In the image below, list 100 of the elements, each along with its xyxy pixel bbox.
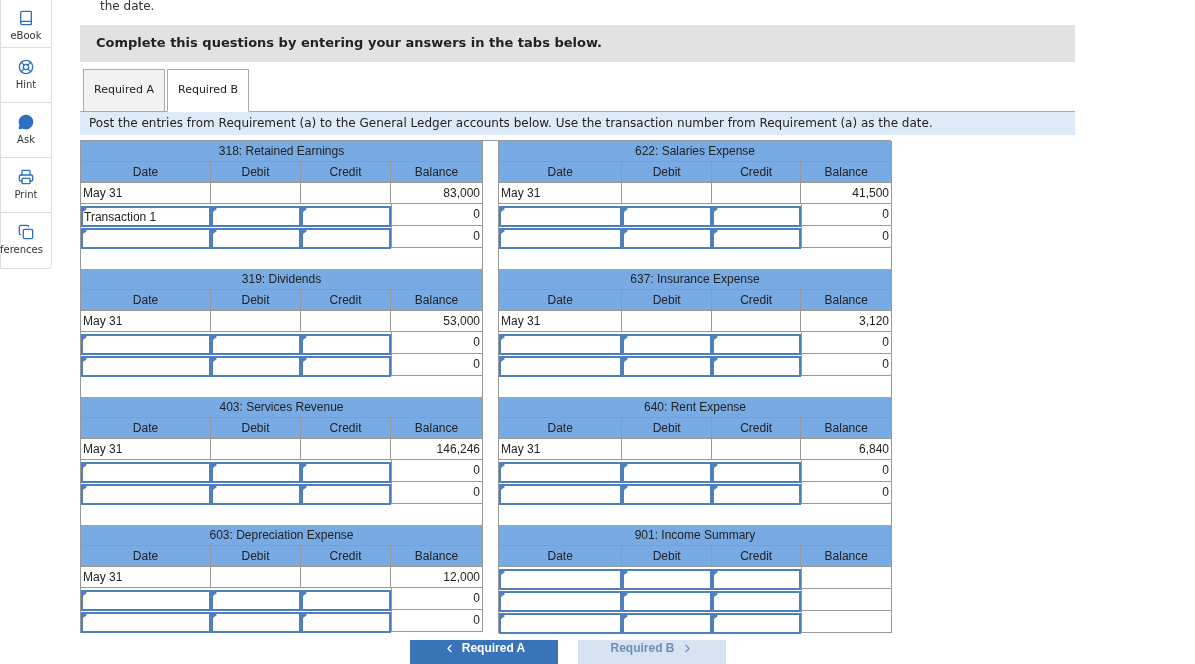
- column-header: Debit: [622, 290, 712, 311]
- corner-marker-icon: [713, 462, 718, 468]
- input-field[interactable]: [301, 484, 391, 506]
- input-field[interactable]: [711, 569, 802, 591]
- corner-marker-icon: [213, 484, 217, 490]
- input-field[interactable]: [711, 462, 802, 484]
- corner-marker-icon: [501, 228, 505, 234]
- column-header: Debit: [622, 162, 712, 183]
- input-field[interactable]: [622, 462, 712, 484]
- input-field[interactable]: [301, 590, 391, 612]
- input-field[interactable]: [81, 484, 211, 506]
- corner-marker-icon: [624, 613, 629, 619]
- column-header: Balance: [391, 546, 482, 567]
- account-title: 637: Insurance Expense: [499, 269, 891, 290]
- input-field[interactable]: [211, 206, 301, 228]
- corner-marker-icon: [303, 612, 307, 618]
- input-field[interactable]: [622, 613, 712, 635]
- input-field[interactable]: [499, 591, 623, 613]
- input-field[interactable]: [622, 484, 712, 506]
- input-field[interactable]: [622, 591, 712, 613]
- input-field[interactable]: [622, 206, 712, 228]
- balance-cell: 0: [391, 204, 482, 225]
- speech-bubble-icon: [18, 113, 34, 130]
- input-field[interactable]: [301, 206, 391, 228]
- column-header: Date: [81, 290, 211, 311]
- corner-marker-icon: [624, 228, 629, 234]
- instructions-banner: Complete this questions by entering your answers in the tabs below.: [80, 24, 1075, 62]
- input-field[interactable]: [711, 484, 802, 506]
- input-field[interactable]: [301, 612, 391, 634]
- corner-marker-icon: [501, 334, 505, 340]
- corner-marker-icon: [713, 228, 718, 234]
- input-field[interactable]: [711, 228, 802, 250]
- sidebar-item[interactable]: Print: [1, 158, 51, 213]
- input-field[interactable]: [499, 228, 623, 250]
- input-field[interactable]: [711, 591, 802, 613]
- column-header: Date: [81, 418, 211, 439]
- input-field[interactable]: [499, 462, 623, 484]
- input-field[interactable]: [211, 484, 301, 506]
- input-field[interactable]: [622, 228, 712, 250]
- corner-marker-icon: [213, 612, 217, 618]
- input-field[interactable]: [301, 356, 391, 378]
- account-title: 318: Retained Earnings: [81, 141, 482, 162]
- input-field[interactable]: [622, 356, 712, 378]
- input-field[interactable]: [711, 356, 802, 378]
- tab[interactable]: Required B: [167, 68, 249, 112]
- balance-cell: 0: [391, 226, 482, 247]
- input-field[interactable]: [81, 590, 211, 612]
- input-field[interactable]: [211, 590, 301, 612]
- sidebar-item[interactable]: Hint: [1, 48, 51, 103]
- corner-marker-icon: [624, 334, 629, 340]
- input-field[interactable]: [301, 462, 391, 484]
- sidebar-item[interactable]: Ask: [1, 103, 51, 158]
- date-cell: May 31: [81, 311, 211, 332]
- input-field[interactable]: [301, 334, 391, 356]
- input-field[interactable]: [499, 569, 623, 591]
- corner-marker-icon: [624, 569, 629, 575]
- balance-cell: 0: [801, 482, 891, 503]
- sidebar-item[interactable]: eBook: [1, 0, 51, 48]
- input-field[interactable]: [81, 612, 211, 634]
- column-header: Balance: [801, 290, 891, 311]
- input-field[interactable]: [711, 613, 802, 635]
- previous-button[interactable]: Required A: [410, 640, 558, 664]
- column-header: Debit: [622, 418, 712, 439]
- input-field[interactable]: [211, 228, 301, 250]
- balance-cell: 0: [391, 332, 482, 353]
- input-field[interactable]: [81, 228, 211, 250]
- input-field[interactable]: [499, 206, 623, 228]
- input-field[interactable]: [499, 484, 623, 506]
- corner-marker-icon: [713, 569, 718, 575]
- corner-marker-icon: [303, 228, 307, 234]
- input-field[interactable]: [211, 462, 301, 484]
- input-field[interactable]: [622, 569, 712, 591]
- prompt-text: Post the entries from Requirement (a) to the General Ledger accounts below. Use the transaction number from Requirement (a) as the date.: [80, 111, 1075, 136]
- input-field[interactable]: [81, 462, 211, 484]
- corner-marker-icon: [303, 206, 307, 212]
- corner-marker-icon: [303, 356, 307, 362]
- corner-marker-icon: [501, 356, 505, 362]
- input-field[interactable]: [499, 356, 623, 378]
- sidebar-item[interactable]: ferences: [1, 213, 51, 268]
- column-header: Date: [81, 162, 211, 183]
- input-field[interactable]: [711, 206, 802, 228]
- input-field[interactable]: [81, 356, 211, 378]
- input-field[interactable]: [622, 334, 712, 356]
- corner-marker-icon: [624, 206, 629, 212]
- input-field[interactable]: [499, 613, 623, 635]
- input-field[interactable]: [211, 356, 301, 378]
- date-cell: May 31: [499, 183, 623, 204]
- column-header: Credit: [301, 162, 391, 183]
- input-field[interactable]: Transaction 1: [81, 206, 211, 228]
- balance-cell: 0: [391, 354, 482, 375]
- input-field[interactable]: [211, 612, 301, 634]
- corner-marker-icon: [713, 334, 718, 340]
- balance-cell: 0: [801, 332, 891, 353]
- input-field[interactable]: [711, 334, 802, 356]
- input-field[interactable]: [301, 228, 391, 250]
- input-field[interactable]: [81, 334, 211, 356]
- input-field[interactable]: [499, 334, 623, 356]
- column-header: Balance: [801, 162, 891, 183]
- input-field[interactable]: [211, 334, 301, 356]
- tab[interactable]: Required A: [83, 68, 165, 111]
